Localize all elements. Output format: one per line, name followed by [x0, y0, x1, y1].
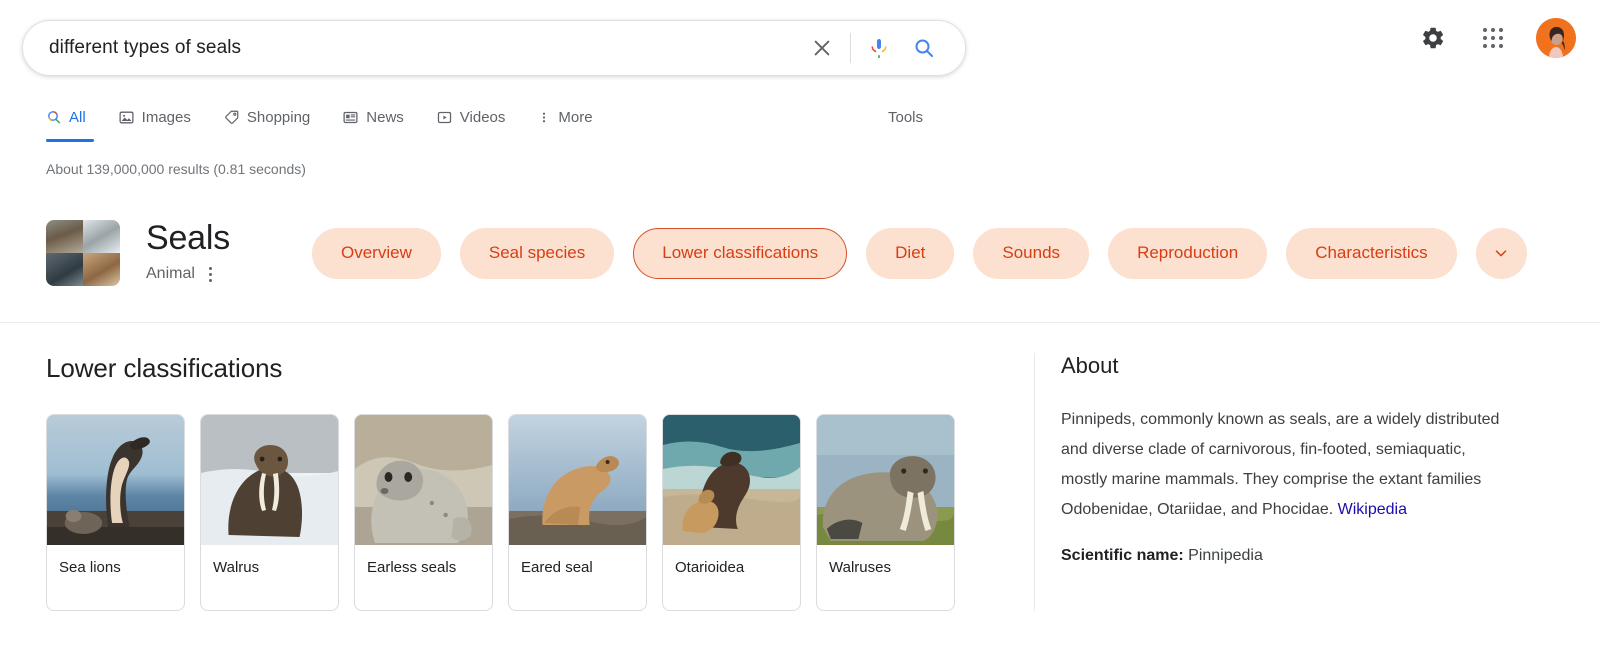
card-label: Sea lions [59, 559, 121, 576]
chip-characteristics[interactable]: Characteristics [1286, 227, 1457, 279]
search-input[interactable]: different types of seals [49, 37, 800, 59]
tab-label: News [366, 108, 404, 126]
result-stats: About 139,000,000 results (0.81 seconds) [46, 161, 306, 177]
card-earless-seals[interactable]: Earless seals [354, 414, 493, 611]
tab-label: More [558, 108, 593, 126]
classification-card-list: Sea lions Walrus Earless seals Eared sea… [46, 414, 996, 611]
tab-videos[interactable]: Videos [436, 95, 522, 139]
chevron-down-icon[interactable] [1475, 227, 1527, 279]
lower-classifications-section: Lower classifications Sea lions Walrus E… [46, 353, 996, 611]
gear-icon[interactable] [1416, 21, 1450, 55]
tab-label: All [69, 108, 86, 126]
card-otarioidea[interactable]: Otarioidea [662, 414, 801, 611]
tab-all[interactable]: All [46, 95, 102, 142]
card-eared-seal[interactable]: Eared seal [508, 414, 647, 611]
knowledge-panel-header: Seals Animal Overview Seal species Lower… [0, 205, 1600, 301]
sea-lions-photo [47, 415, 184, 545]
chip-sounds[interactable]: Sounds [973, 227, 1090, 279]
search-divider [850, 33, 851, 63]
chip-reproduction[interactable]: Reproduction [1108, 227, 1268, 279]
chip-seal-species[interactable]: Seal species [459, 227, 615, 279]
microphone-icon[interactable] [857, 26, 901, 70]
search-nav-tabs: All Images Shopping News Videos More Too… [0, 95, 1600, 147]
tab-active-indicator [46, 139, 94, 142]
image-icon [118, 109, 135, 126]
close-icon[interactable] [800, 26, 844, 70]
earless-seals-photo [355, 415, 492, 545]
search-box[interactable]: different types of seals [22, 20, 966, 76]
chip-overview[interactable]: Overview [312, 227, 441, 279]
video-play-icon [436, 109, 453, 126]
about-description-text: Pinnipeds, commonly known as seals, are … [1061, 411, 1500, 518]
scientific-name-row: Scientific name: Pinnipedia [1061, 547, 1534, 565]
knowledge-panel-titleblock: Seals Animal [146, 219, 296, 285]
more-vertical-icon [537, 109, 551, 126]
card-label: Eared seal [521, 559, 593, 576]
walruses-photo [817, 415, 954, 545]
about-title: About [1061, 353, 1119, 378]
scientific-name-label: Scientific name: [1061, 547, 1184, 564]
card-label: Walruses [829, 559, 891, 576]
page-title: Seals [146, 219, 231, 258]
google-apps-grid-icon[interactable] [1476, 21, 1510, 55]
newspaper-icon [342, 109, 359, 126]
price-tag-icon [223, 109, 240, 126]
search-submit-icon[interactable] [901, 26, 947, 70]
scientific-name-value: Pinnipedia [1188, 547, 1263, 564]
tab-label: Shopping [246, 108, 311, 126]
knowledge-panel-chips: Overview Seal species Lower classificati… [312, 227, 1527, 279]
eared-seal-photo [509, 415, 646, 545]
tab-news[interactable]: News [342, 95, 420, 139]
wikipedia-link[interactable]: Wikipedia [1338, 501, 1407, 518]
avatar[interactable] [1536, 18, 1576, 58]
otarioidea-photo [663, 415, 800, 545]
card-label: Otarioidea [675, 559, 745, 576]
tab-more[interactable]: More [537, 95, 608, 139]
tools-button[interactable]: Tools [888, 95, 923, 139]
tab-images[interactable]: Images [118, 95, 207, 139]
about-panel: About Pinnipeds, commonly known as seals… [1034, 353, 1534, 611]
search-icon [46, 109, 62, 125]
card-label: Walrus [213, 559, 260, 576]
section-title: Lower classifications [46, 353, 283, 383]
header-actions [1416, 18, 1576, 58]
entity-type-label: Animal [146, 265, 195, 283]
chip-lower-classifications[interactable]: Lower classifications [633, 227, 848, 279]
card-label: Earless seals [367, 559, 457, 576]
walrus-photo [201, 415, 338, 545]
tab-shopping[interactable]: Shopping [223, 95, 326, 139]
about-description: Pinnipeds, commonly known as seals, are … [1061, 405, 1513, 525]
tab-label: Images [141, 108, 191, 126]
tab-label: Videos [459, 108, 506, 126]
seals-collage-thumbnail[interactable] [46, 220, 120, 286]
results-body: Lower classifications Sea lions Walrus E… [0, 323, 1600, 611]
card-sea-lions[interactable]: Sea lions [46, 414, 185, 611]
card-walruses[interactable]: Walruses [816, 414, 955, 611]
knowledge-panel-subrow: Animal [146, 264, 296, 285]
card-walrus[interactable]: Walrus [200, 414, 339, 611]
header-bar: different types of seals [0, 0, 1600, 95]
tab-list: All Images Shopping News Videos More [46, 95, 625, 142]
more-vertical-icon[interactable] [205, 264, 216, 285]
chip-diet[interactable]: Diet [866, 227, 955, 279]
